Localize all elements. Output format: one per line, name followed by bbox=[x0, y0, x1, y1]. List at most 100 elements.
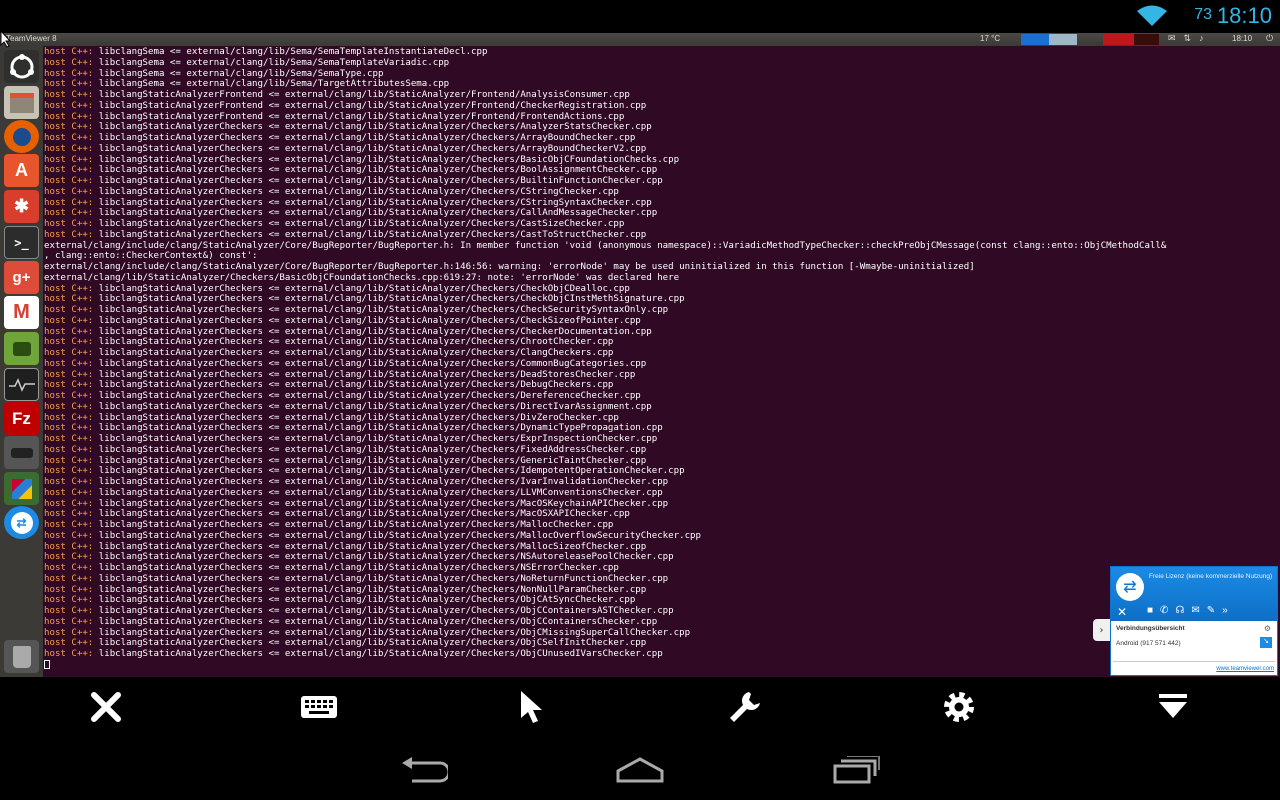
video-icon[interactable]: ■ bbox=[1147, 605, 1160, 616]
ubuntu-top-panel: TeamViewer 8 17 °C ✉⇅♪ 18:10 ⏻ bbox=[0, 33, 1280, 46]
power-icon[interactable]: ⏻ bbox=[1266, 33, 1273, 44]
line-text: libclangStaticAnalyzerCheckers <= extern… bbox=[98, 627, 691, 638]
home-button[interactable] bbox=[610, 753, 670, 787]
terminal-line: host C++: libclangStaticAnalyzerCheckers… bbox=[44, 337, 1280, 348]
terminal-line: host C++: libclangStaticAnalyzerCheckers… bbox=[44, 144, 1280, 155]
session-entry[interactable]: Android (917 571 442) bbox=[1116, 640, 1181, 647]
line-text: libclangStaticAnalyzerCheckers <= extern… bbox=[98, 315, 641, 326]
line-text: external/clang/include/clang/StaticAnaly… bbox=[44, 240, 1167, 251]
line-text: libclangStaticAnalyzerCheckers <= extern… bbox=[98, 584, 647, 595]
volume-icon[interactable]: ♪ bbox=[1199, 33, 1212, 43]
host-prefix: host C++: bbox=[44, 509, 99, 520]
weather-indicator[interactable]: 17 °C bbox=[980, 34, 1000, 43]
network-icon[interactable]: ⇅ bbox=[1184, 33, 1200, 43]
teamviewer-website-link[interactable]: www.teamviewer.com bbox=[1216, 666, 1274, 672]
gear-icon bbox=[944, 692, 974, 722]
whiteboard-icon[interactable]: ✎ bbox=[1207, 605, 1222, 616]
system-monitor-icon[interactable] bbox=[4, 368, 39, 401]
close-session-icon[interactable]: ✕ bbox=[1117, 605, 1127, 619]
terminal-line: host C++: libclangStaticAnalyzerCheckers… bbox=[44, 122, 1280, 133]
back-button[interactable] bbox=[394, 753, 454, 787]
gmail-icon[interactable]: M bbox=[4, 296, 39, 329]
virtualbox-icon[interactable] bbox=[4, 472, 39, 505]
actions-button[interactable] bbox=[723, 687, 767, 727]
line-text: libclangStaticAnalyzerCheckers <= extern… bbox=[98, 455, 647, 466]
terminal-line: host C++: libclangStaticAnalyzerCheckers… bbox=[44, 380, 1280, 391]
host-prefix: host C++: bbox=[44, 79, 99, 90]
collapse-icon bbox=[1159, 694, 1187, 718]
terminal-line: host C++: libclangStaticAnalyzerCheckers… bbox=[44, 542, 1280, 553]
host-prefix: host C++: bbox=[44, 455, 99, 466]
terminal-line: host C++: libclangStaticAnalyzerCheckers… bbox=[44, 488, 1280, 499]
host-prefix: host C++: bbox=[44, 520, 99, 530]
connection-overview-label[interactable]: Verbindungsübersicht bbox=[1116, 625, 1185, 632]
panel-clock[interactable]: 18:10 bbox=[1232, 34, 1252, 43]
chat-icon[interactable]: ✉ bbox=[1191, 605, 1206, 616]
terminal-line: host C++: libclangStaticAnalyzerCheckers… bbox=[44, 552, 1280, 563]
teamviewer-panel-toggle[interactable]: › bbox=[1093, 619, 1110, 641]
system-settings-icon[interactable]: ✱ bbox=[4, 190, 39, 223]
host-prefix: host C++: bbox=[44, 627, 99, 638]
dash-home-icon[interactable] bbox=[4, 50, 39, 83]
terminal-line: host C++: libclangSema <= external/clang… bbox=[44, 58, 1280, 69]
line-text: libclangStaticAnalyzerCheckers <= extern… bbox=[98, 326, 652, 337]
screenshot-icon[interactable] bbox=[4, 436, 39, 469]
line-text: libclangStaticAnalyzerCheckers <= extern… bbox=[98, 444, 647, 455]
trash-icon[interactable] bbox=[4, 640, 39, 673]
cpu-graph-indicator[interactable] bbox=[1021, 34, 1077, 45]
terminal-icon[interactable]: >_ bbox=[4, 226, 39, 259]
wifi-icon bbox=[1137, 5, 1167, 26]
terminal-prompt[interactable] bbox=[44, 659, 1280, 671]
host-prefix: host C++: bbox=[44, 595, 99, 606]
host-prefix: host C++: bbox=[44, 229, 99, 240]
host-prefix: host C++: bbox=[44, 68, 99, 79]
host-prefix: host C++: bbox=[44, 133, 99, 143]
firefox-icon[interactable] bbox=[4, 120, 39, 153]
software-center-icon[interactable]: A bbox=[4, 154, 39, 187]
terminal-line: , clang::ento::CheckerContext&) const': bbox=[44, 251, 1280, 262]
panel-settings-icon[interactable]: ⚙ bbox=[1264, 624, 1271, 633]
host-prefix: host C++: bbox=[44, 219, 99, 229]
pointer-button[interactable] bbox=[510, 687, 554, 727]
host-prefix: host C++: bbox=[44, 412, 99, 423]
filezilla-icon[interactable]: Fz bbox=[4, 402, 39, 435]
host-prefix: host C++: bbox=[44, 143, 99, 154]
terminal-line: external/clang/lib/StaticAnalyzer/Checke… bbox=[44, 273, 1280, 284]
terminal-output[interactable]: host C++: libclangSema <= external/clang… bbox=[43, 46, 1280, 677]
terminal-line: host C++: libclangStaticAnalyzerCheckers… bbox=[44, 477, 1280, 488]
mail-icon[interactable]: ✉ bbox=[1168, 33, 1184, 43]
terminal-line: host C++: libclangStaticAnalyzerCheckers… bbox=[44, 230, 1280, 241]
keyboard-button[interactable] bbox=[297, 687, 341, 727]
settings-button[interactable] bbox=[937, 687, 981, 727]
more-icon[interactable]: » bbox=[1222, 605, 1235, 616]
google-plus-icon[interactable]: g+ bbox=[4, 261, 39, 294]
host-prefix: host C++: bbox=[44, 616, 99, 627]
line-text: libclangStaticAnalyzerCheckers <= extern… bbox=[98, 348, 614, 358]
close-button[interactable] bbox=[84, 687, 128, 727]
terminal-line: host C++: libclangStaticAnalyzerCheckers… bbox=[44, 133, 1280, 144]
terminal-line: host C++: libclangStaticAnalyzerCheckers… bbox=[44, 208, 1280, 219]
files-icon[interactable] bbox=[4, 86, 39, 119]
line-text: libclangStaticAnalyzerCheckers <= extern… bbox=[98, 649, 663, 659]
line-text: libclangStaticAnalyzerCheckers <= extern… bbox=[98, 487, 663, 498]
line-text: libclangStaticAnalyzerCheckers <= extern… bbox=[98, 573, 669, 584]
line-text: libclangStaticAnalyzerCheckers <= extern… bbox=[98, 369, 636, 380]
phone-icon[interactable]: ✆ bbox=[1160, 605, 1175, 616]
terminal-line: host C++: libclangStaticAnalyzerCheckers… bbox=[44, 509, 1280, 520]
terminal-line: host C++: libclangStaticAnalyzerFrontend… bbox=[44, 101, 1280, 112]
terminal-line: host C++: libclangStaticAnalyzerCheckers… bbox=[44, 305, 1280, 316]
session-action-icon[interactable]: ↘ bbox=[1260, 637, 1272, 648]
recent-apps-button[interactable] bbox=[827, 753, 887, 787]
memory-graph-indicator[interactable] bbox=[1103, 34, 1159, 45]
collapse-toolbar-button[interactable] bbox=[1151, 687, 1195, 727]
android-clock: 18:10 bbox=[1216, 3, 1272, 28]
line-text: libclangStaticAnalyzerCheckers <= extern… bbox=[98, 283, 630, 294]
host-prefix: host C++: bbox=[44, 208, 99, 219]
panel-indicator-icons[interactable]: ✉⇅♪ bbox=[1168, 33, 1212, 44]
line-text: libclangStaticAnalyzerCheckers <= extern… bbox=[98, 552, 674, 563]
host-prefix: host C++: bbox=[44, 477, 99, 487]
headset-icon[interactable]: ☊ bbox=[1175, 605, 1191, 616]
android-sdk-icon[interactable] bbox=[4, 332, 39, 365]
host-prefix: host C++: bbox=[44, 391, 99, 401]
teamviewer-launcher-icon[interactable]: ⇄ bbox=[4, 506, 39, 539]
